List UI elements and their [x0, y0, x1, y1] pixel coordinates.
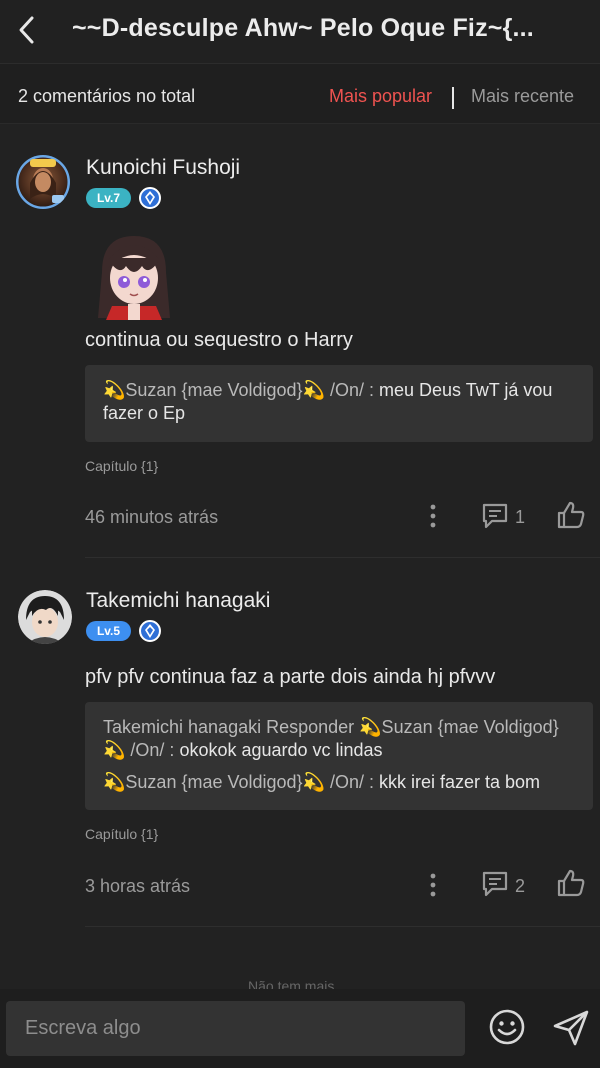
- comment-divider: [85, 557, 600, 558]
- reply-author: 💫Suzan {mae Voldigod}💫 /On/ :: [103, 772, 379, 792]
- diamond-icon: [139, 620, 161, 642]
- comment-input-bar: [0, 989, 600, 1068]
- reply-item: Takemichi hanagaki Responder 💫Suzan {mae…: [103, 716, 577, 762]
- thumbs-up-icon: [557, 869, 585, 897]
- sticker-image: [90, 232, 178, 320]
- reply-item: 💫Suzan {mae Voldigod}💫 /On/ : meu Deus T…: [103, 379, 577, 425]
- comment-bubble-icon: [482, 503, 508, 529]
- like-button[interactable]: [556, 868, 586, 898]
- sort-divider: [452, 87, 454, 109]
- reply-button[interactable]: [480, 869, 510, 899]
- reply-count: 1: [515, 507, 526, 527]
- comment-total: 2 comentários no total: [18, 86, 196, 106]
- page-title: ~~D-desculpe Ahw~ Pelo Oque Fiz~{...: [72, 14, 534, 42]
- send-icon: [553, 1010, 589, 1046]
- chapter-label: Capítulo {1}: [85, 458, 159, 474]
- reply-text: okokok aguardo vc lindas: [179, 740, 383, 760]
- avatar[interactable]: [16, 155, 70, 209]
- username[interactable]: Takemichi hanagaki: [86, 589, 270, 613]
- top-bar: ~~D-desculpe Ahw~ Pelo Oque Fiz~{...: [0, 0, 600, 64]
- comment-bubble-icon: [482, 871, 508, 897]
- reply-preview[interactable]: 💫Suzan {mae Voldigod}💫 /On/ : meu Deus T…: [85, 365, 593, 442]
- diamond-icon: [139, 187, 161, 209]
- reply-preview[interactable]: Takemichi hanagaki Responder 💫Suzan {mae…: [85, 702, 593, 810]
- emoji-icon: [489, 1009, 525, 1045]
- more-vertical-icon: [430, 873, 436, 897]
- reply-count: 2: [515, 876, 526, 896]
- level-badge: Lv.5: [86, 621, 131, 641]
- like-button[interactable]: [556, 500, 586, 530]
- back-button[interactable]: [14, 12, 42, 48]
- level-badge: Lv.7: [86, 188, 131, 208]
- sort-recent-tab[interactable]: Mais recente: [471, 86, 574, 107]
- chapter-label: Capítulo {1}: [85, 826, 159, 842]
- emoji-button[interactable]: [488, 1008, 526, 1046]
- comment-divider: [85, 926, 600, 927]
- more-button[interactable]: [423, 872, 443, 898]
- reply-item: 💫Suzan {mae Voldigod}💫 /On/ : kkk irei f…: [103, 771, 577, 794]
- sort-bar: 2 comentários no total Mais popular Mais…: [0, 64, 600, 124]
- comment-text: pfv pfv continua faz a parte dois ainda …: [85, 666, 496, 688]
- reply-button[interactable]: [480, 501, 510, 531]
- comment-text: continua ou sequestro o Harry: [85, 329, 353, 351]
- send-button[interactable]: [551, 1008, 591, 1048]
- avatar[interactable]: [18, 590, 72, 644]
- timestamp: 3 horas atrás: [85, 876, 191, 896]
- reply-author: 💫Suzan {mae Voldigod}💫 /On/ :: [103, 380, 379, 400]
- sort-popular-tab[interactable]: Mais popular: [329, 86, 432, 107]
- comment-input[interactable]: [6, 1001, 465, 1056]
- more-vertical-icon: [430, 504, 436, 528]
- more-button[interactable]: [423, 503, 443, 529]
- thumbs-up-icon: [557, 501, 585, 529]
- username[interactable]: Kunoichi Fushoji: [86, 156, 240, 180]
- back-arrow-icon: [19, 16, 34, 44]
- timestamp: 46 minutos atrás: [85, 507, 219, 527]
- reply-text: kkk irei fazer ta bom: [379, 772, 541, 792]
